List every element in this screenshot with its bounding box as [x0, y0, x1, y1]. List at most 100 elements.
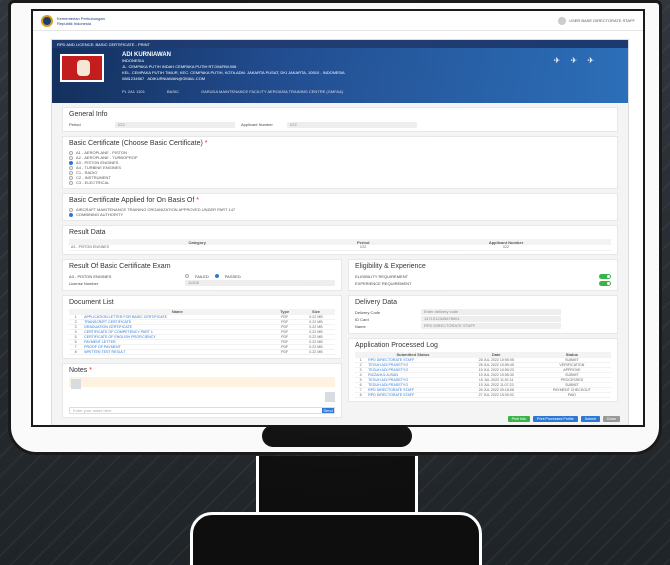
table-row: 7 RPD DIRECTORATE STAFF 26 JUL 2022 09:18:… — [355, 387, 611, 393]
result-title: Result Data — [69, 229, 106, 236]
eligibility-toggle[interactable] — [599, 273, 611, 279]
close-button[interactable]: Close — [602, 416, 620, 422]
brand-line1: Kementerian Perhubungan — [57, 15, 105, 21]
basic-options: A1 - AEROPLANE - PISTON A2 - AEROPLANE - … — [69, 150, 611, 185]
exam-result: Result Of Basic Certificate Exam A3 - PI… — [62, 258, 342, 291]
log-cell: 8 — [355, 392, 367, 398]
result-data: Result Data Category Period Applicant Numb… — [62, 225, 618, 255]
table-row: 5 TEGUH ADI PRASETYO 15 JUL 2022 11:01:11 P… — [355, 377, 611, 383]
documents-title: Document List — [69, 298, 114, 306]
radio-icon[interactable] — [69, 212, 73, 217]
eligibility-title: Eligibility & Experience — [355, 262, 426, 270]
basis-options: AIRCRAFT MAINTENANCE TRAINING ORGANIZATI… — [69, 207, 611, 217]
radio-icon[interactable] — [69, 160, 73, 165]
log-cell: 27 JUL 2022 15:30:02 — [459, 392, 533, 398]
applicant-banner: ADI KURNIAWAN INDONESIA JL. CEMPAKA PUTI… — [52, 48, 628, 103]
table-row: 4 RIZZAHUL AJSAN 15 JUL 2022 10:55:30 SUBMI… — [355, 372, 611, 378]
monitor-frame: Kementerian Perhubungan Republik Indones… — [8, 0, 662, 455]
radio-icon[interactable] — [69, 150, 73, 155]
exam-title: Result Of Basic Certificate Exam — [69, 262, 171, 270]
licence-field[interactable]: 11308 — [185, 280, 335, 286]
general-title: General Info — [69, 111, 108, 118]
document-list: Document List Name Type Size 1 APPLICATION … — [62, 294, 342, 359]
note-message — [69, 377, 335, 389]
log-cell: PAID — [532, 392, 611, 398]
exam-cert: A3 - PISTON ENGINES — [69, 273, 112, 279]
applicant-phone: 0881234567 — [122, 76, 145, 81]
radio-icon[interactable] — [69, 175, 73, 180]
avatar — [558, 16, 567, 25]
table-row: 8 RPD DIRECTORATE STAFF 27 JUL 2022 15:30:… — [355, 392, 611, 398]
delivery-field[interactable]: 1471012345678901 — [421, 316, 561, 322]
documents-cell[interactable]: WRITTEN TEST RESULT — [82, 349, 273, 355]
experience-item: EXPERIENCE REQUIREMENT — [355, 280, 412, 286]
delivery-field[interactable]: RPD DIRECTORATE STAFF — [421, 323, 561, 329]
print-profile-button[interactable]: Print Processed Profile — [533, 416, 578, 422]
applicant-label: Applicant Number — [241, 122, 273, 127]
log-cell: RPD DIRECTORATE STAFF — [366, 392, 460, 398]
brand: Kementerian Perhubungan Republik Indones… — [41, 14, 105, 27]
licence-label: License Number — [69, 280, 99, 286]
documents-cell: 8 — [69, 349, 83, 355]
certificate-modal: RPD AND LICENCE: BASIC CERTIFICATE - PRI… — [51, 39, 629, 425]
basic-option-label: C3 - ELECTRICAL — [76, 180, 110, 185]
applicant-photo — [60, 54, 104, 82]
basis: Basic Certificate Applied for On Basis O… — [62, 193, 618, 221]
period-field[interactable]: I/22 — [115, 121, 235, 128]
period-label: Period — [69, 122, 81, 127]
experience-toggle[interactable] — [599, 280, 611, 286]
modal-title: RPD AND LICENCE: BASIC CERTIFICATE - PRI… — [52, 40, 628, 48]
log-title: Application Processed Log — [355, 341, 438, 349]
radio-icon[interactable] — [69, 207, 73, 212]
basic-title: Basic Certificate (Choose Basic Certific… — [69, 140, 203, 147]
delivery-label: ID Card — [355, 316, 369, 322]
radio-icon[interactable] — [69, 155, 73, 160]
applicant-email: ADIKURNIAWAN@GMAIL.COM — [147, 76, 206, 81]
note-avatar — [325, 392, 335, 402]
eligibility: Eligibility & Experience ELIGIBILITY REQ… — [348, 258, 618, 291]
user-menu[interactable]: USER BASE DIRECTORATE STAFF — [558, 16, 635, 25]
basic-option[interactable]: C3 - ELECTRICAL — [69, 180, 611, 185]
delivery-label: Delivery Code — [355, 309, 381, 315]
hero-training: GARUDA MAINTENANCE FACILITY AEROASIA TRA… — [201, 89, 344, 94]
delivery-data: Delivery Data Delivery Code Enter deliver… — [348, 294, 618, 334]
monitor-stand-neck — [262, 425, 412, 447]
radio-icon[interactable] — [69, 180, 73, 185]
delivery-title: Delivery Data — [355, 298, 398, 306]
processed-log: Application Processed Log Submitted Stat… — [348, 337, 618, 402]
app-header: Kementerian Perhubungan Republik Indones… — [33, 11, 643, 31]
monitor-stand-base — [190, 512, 482, 565]
radio-icon[interactable] — [69, 170, 73, 175]
hero-type: BASIC — [166, 89, 179, 94]
table-row: 3 TEGUH ADI PRASETYO 15 JUL 2022 10:55:23 A… — [355, 367, 611, 373]
hero-licence: PL 2A1 1301 — [122, 89, 145, 94]
eligibility-item: ELIGIBILITY REQUIREMENT — [355, 273, 409, 279]
passed-radio[interactable] — [214, 274, 219, 278]
basis-option-label: COMBINING AUTHORITY — [76, 212, 124, 217]
basic-certificate: Basic Certificate (Choose Basic Certific… — [62, 136, 618, 189]
monitor-stand-post — [256, 456, 418, 516]
notes-title: Notes — [69, 367, 88, 374]
send-button[interactable]: Send — [322, 408, 334, 413]
submit-button[interactable]: Submit — [580, 416, 600, 422]
table-row: A3 - PISTON ENGINES I/22 I/22 — [69, 245, 611, 251]
basis-option[interactable]: COMBINING AUTHORITY — [69, 212, 611, 217]
failed-label: FAILED — [195, 273, 209, 279]
delivery-field[interactable]: Enter delivery code — [421, 309, 561, 315]
radio-icon[interactable] — [69, 165, 73, 170]
delivery-label: Name — [355, 323, 366, 329]
documents-cell: PDF — [272, 349, 297, 355]
table-row: 2 TEGUH ADI PRASETYO 28 JUL 2022 10:55:45 V… — [355, 362, 611, 368]
applicant-field[interactable]: I/22 — [287, 121, 417, 128]
ministry-logo-icon — [41, 14, 53, 27]
brand-line2: Republik Indonesia — [57, 20, 92, 26]
table-row: 6 TEGUH ADI PRASETYO 15 JUL 2022 11:07:23 S… — [355, 382, 611, 388]
screen: Kementerian Perhubungan Republik Indones… — [31, 9, 645, 427]
failed-radio[interactable] — [185, 274, 189, 278]
notes-input[interactable]: Enter your notes here — [73, 408, 111, 413]
notes: Notes * Enter your notes here Send — [62, 363, 342, 418]
table-row: 8 WRITTEN TEST RESULT PDF 0.22 MB — [69, 349, 335, 355]
result-table: Category Period Applicant Number A3 - PIST… — [69, 239, 611, 251]
print-info-button[interactable]: Print Info — [507, 416, 531, 422]
passed-label: PASSED — [224, 273, 241, 279]
